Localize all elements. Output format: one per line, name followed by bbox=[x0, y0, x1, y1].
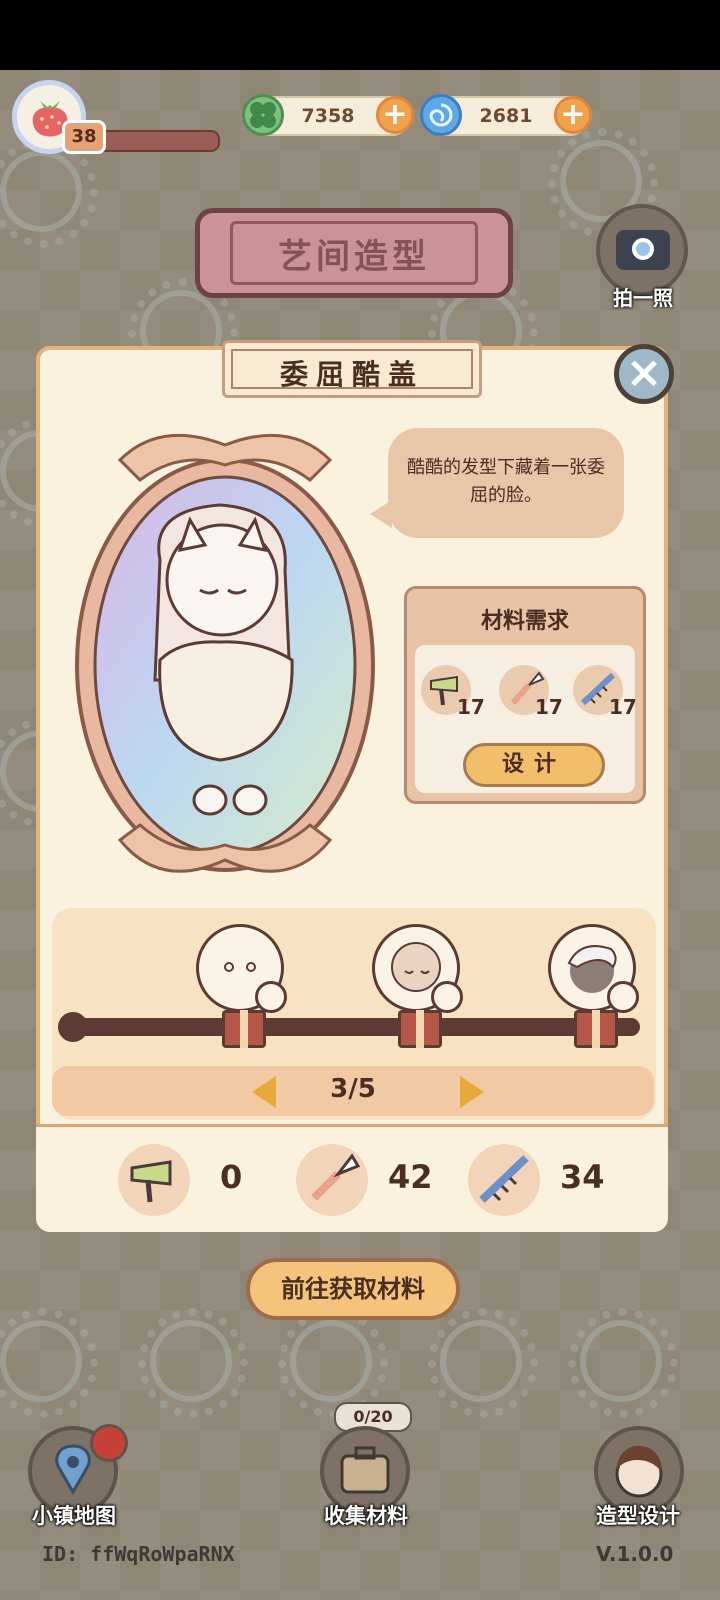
page-selector: 3/5 bbox=[52, 1066, 654, 1116]
player-id: ID: ffWqRoWpaRNX bbox=[42, 1542, 235, 1566]
owned-makeup-brush bbox=[296, 1144, 368, 1216]
stage-1-preview[interactable] bbox=[196, 924, 287, 1013]
materials-required-box: 材料需求 17 17 17 设计 bbox=[404, 586, 646, 804]
close-button[interactable]: × bbox=[614, 344, 674, 404]
material-makeup-brush: 17 bbox=[499, 665, 563, 719]
stage-2-preview[interactable] bbox=[372, 924, 463, 1013]
progress-start-dot bbox=[58, 1012, 88, 1042]
reward-gift-2[interactable] bbox=[398, 1010, 442, 1048]
stage-3-preview[interactable] bbox=[548, 924, 639, 1013]
map-label: 小镇地图 bbox=[32, 1504, 116, 1528]
notification-dot bbox=[90, 1424, 128, 1462]
swirl-amount: 2681 bbox=[479, 105, 533, 127]
swirl-icon bbox=[420, 94, 462, 136]
owned-comb bbox=[468, 1144, 540, 1216]
page-indicator: 3/5 bbox=[330, 1074, 376, 1104]
speech-bubble: 酷酷的发型下藏着一张委屈的脸。 bbox=[370, 428, 624, 538]
reward-gift-3[interactable] bbox=[574, 1010, 618, 1048]
makeup-brush-icon bbox=[311, 1153, 361, 1201]
owned-comb-count: 34 bbox=[560, 1158, 605, 1196]
add-clover-button[interactable]: + bbox=[376, 96, 414, 134]
comb-icon bbox=[479, 1155, 529, 1203]
owned-hair-dryer-count: 0 bbox=[220, 1158, 243, 1196]
page-title: 艺间造型 bbox=[278, 237, 430, 277]
add-swirl-button[interactable]: + bbox=[554, 96, 592, 134]
clover-resource: 7358 + bbox=[242, 94, 414, 136]
materials-title: 材料需求 bbox=[480, 609, 569, 634]
mirror-portrait bbox=[75, 433, 375, 873]
clover-amount: 7358 bbox=[301, 105, 355, 127]
material-hair-dryer: 17 bbox=[421, 665, 485, 719]
clover-icon bbox=[242, 94, 284, 136]
owned-makeup-brush-count: 42 bbox=[388, 1158, 433, 1196]
page-title-plaque: 艺间造型 bbox=[195, 208, 513, 298]
app-version: V.1.0.0 bbox=[596, 1542, 674, 1566]
close-icon: × bbox=[625, 347, 663, 398]
level-badge: 38 bbox=[62, 120, 106, 154]
style-name: 委屈酷盖 bbox=[279, 358, 424, 391]
get-materials-button[interactable]: 前往获取材料 bbox=[246, 1258, 460, 1320]
style-name-plaque: 委屈酷盖 bbox=[222, 340, 482, 398]
reward-gift-1[interactable] bbox=[222, 1010, 266, 1048]
style-design-label: 造型设计 bbox=[596, 1504, 680, 1528]
speech-text: 酷酷的发型下藏着一张委屈的脸。 bbox=[407, 457, 605, 506]
progress-track bbox=[60, 1018, 640, 1036]
hair-dryer-icon bbox=[130, 1160, 172, 1203]
material-comb: 17 bbox=[573, 665, 637, 719]
collect-label: 收集材料 bbox=[324, 1504, 408, 1528]
status-bar bbox=[0, 0, 720, 70]
owned-hair-dryer bbox=[118, 1144, 190, 1216]
camera-label: 拍一照 bbox=[613, 286, 673, 310]
swirl-resource: 2681 + bbox=[420, 94, 592, 136]
xp-bar bbox=[96, 130, 220, 152]
design-button[interactable]: 设计 bbox=[463, 743, 605, 787]
next-page-arrow-icon[interactable] bbox=[460, 1076, 484, 1108]
